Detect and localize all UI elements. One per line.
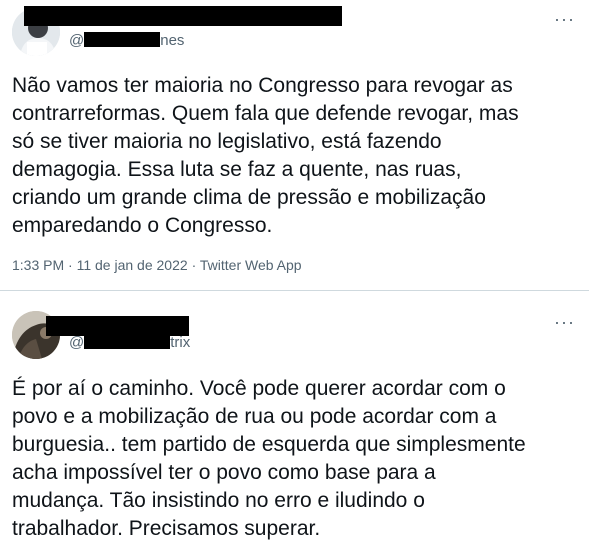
tweet-text: É por aí o caminho. Você pode querer aco… xyxy=(12,377,526,540)
user-handle[interactable]: @ nes xyxy=(69,32,184,49)
tweet-text: Não vamos ter maioria no Congresso para … xyxy=(12,74,519,237)
more-options-icon[interactable]: ··· xyxy=(554,313,575,331)
separator: · xyxy=(68,257,73,273)
display-name-redacted xyxy=(46,316,189,336)
tweet-metadata: 1:33 PM · 11 de jan de 2022 · Twitter We… xyxy=(12,257,302,273)
tweet-date[interactable]: 11 de jan de 2022 xyxy=(77,257,188,273)
tweet-main: @ nes ··· Não vamos ter maioria no Congre… xyxy=(0,0,589,290)
display-name-redacted xyxy=(24,6,342,26)
handle-redacted xyxy=(84,334,171,349)
handle-redacted xyxy=(84,32,161,47)
tweet-time[interactable]: 1:33 PM xyxy=(12,257,64,273)
separator: · xyxy=(191,257,197,273)
tweet-source[interactable]: Twitter Web App xyxy=(200,257,302,273)
more-options-icon[interactable]: ··· xyxy=(554,10,575,28)
tweet-reply: @ trix ··· É por aí o caminho. Você pode … xyxy=(0,291,589,556)
user-handle[interactable]: @ trix xyxy=(69,334,190,351)
